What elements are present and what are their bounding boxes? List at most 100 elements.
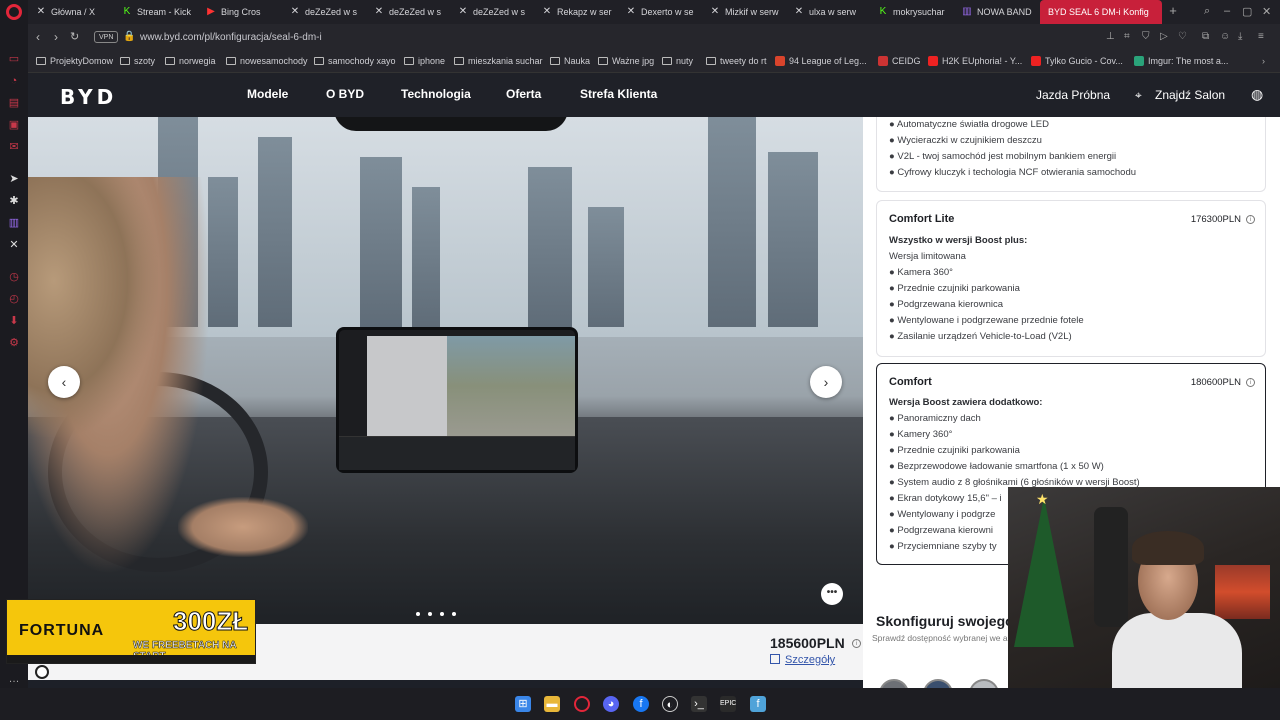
bookmark-folder[interactable]: nuty [662,56,693,66]
bookmark-folder[interactable]: ProjektyDomow [36,56,113,66]
settings-icon[interactable]: ⚙ [7,336,21,350]
account-icon[interactable]: ☺ [1220,31,1230,42]
discord-icon[interactable]: ◕ [603,696,619,712]
extensions-icon[interactable]: ⧉ [1202,31,1209,42]
reload-icon[interactable]: ↻ [70,30,79,43]
nav-technologia[interactable]: Technologia [401,87,471,101]
nav-oferta[interactable]: Oferta [506,87,541,101]
details-link[interactable]: Szczegóły [770,654,835,666]
more-icon[interactable]: … [7,672,21,686]
cookie-settings-icon[interactable] [35,665,49,679]
more-options-button[interactable]: ••• [821,583,843,605]
search-tabs-icon[interactable]: ⌕ [1204,5,1210,18]
tab-3[interactable]: ✕ deZeZed w s [290,0,368,24]
nav-modele[interactable]: Modele [247,87,288,101]
x-icon[interactable]: ✕ [7,238,21,252]
wallet-icon[interactable]: ▭ [7,52,21,66]
heart-icon[interactable]: ♡ [1178,31,1187,42]
arrow-icon[interactable]: ➤ [7,172,21,186]
lock-icon[interactable]: 🔒 [123,31,135,42]
bookmark-link[interactable]: CEIDG [878,56,921,66]
bookmark-folder[interactable]: szoty [120,56,155,66]
opera-logo-icon[interactable] [6,4,22,20]
bookmark-folder[interactable]: Ważne jpg [598,56,654,66]
download-icon[interactable]: ⤓ [1238,31,1242,42]
maximize-icon[interactable]: ▢ [1242,5,1252,18]
tab-6[interactable]: ✕ Rekapz w ser [542,0,620,24]
byd-logo[interactable]: BYD [60,85,117,109]
nav-strefa-klienta[interactable]: Strefa Klienta [580,87,657,101]
globe-icon[interactable]: ◍ [1251,86,1263,103]
tab-5[interactable]: ✕ deZeZed w s [458,0,536,24]
terminal-icon[interactable]: ›_ [691,696,707,712]
bookmark-link[interactable]: 94 League of Leg... [775,56,867,66]
bookmark-link[interactable]: H2K EUphoria! - Y... [928,56,1022,66]
windows-start-icon[interactable]: ⊞ [515,696,531,712]
history-icon[interactable]: ◷ [7,270,21,284]
vpn-badge[interactable]: VPN [94,31,119,43]
bookmark-link[interactable]: Tylko Gucio - Cov... [1031,56,1123,66]
pin-icon[interactable]: ⊥ [1106,31,1115,42]
fortuna-ad[interactable]: FORTUNA 300ZŁ WE FREEBETACH NA START [6,599,256,664]
dot[interactable] [440,612,444,616]
url-field[interactable]: www.byd.com/pl/konfiguracja/seal-6-dm-i [140,32,322,43]
openai-icon[interactable]: ✱ [7,194,21,208]
tab-9[interactable]: ✕ ulxa w serw [794,0,872,24]
snapshot-icon[interactable]: ⌗ [1124,31,1130,42]
new-tab-icon[interactable]: + [1166,4,1180,18]
forward-icon[interactable]: › [54,30,58,44]
menu-icon[interactable]: ≡ [1258,31,1264,42]
info-icon[interactable]: i [1246,215,1255,224]
carousel-next-button[interactable]: › [810,366,842,398]
bookmark-folder[interactable]: samochody xayo [314,56,396,66]
trim-card-comfort-lite[interactable]: Comfort Lite 176300PLN i Wszystko w wers… [876,200,1266,357]
send-icon[interactable]: ▷ [1160,31,1168,42]
twitch-icon[interactable]: ▥ [7,216,21,230]
carousel-dots[interactable] [416,603,464,621]
tab-11[interactable]: ▥ NOWA BAND [962,0,1038,24]
app-icon[interactable]: f [750,696,766,712]
tab-7[interactable]: ✕ Dexerto w se [626,0,706,24]
player-icon[interactable]: ▣ [7,118,21,132]
bookmark-folder[interactable]: tweety do rt [706,56,767,66]
back-icon[interactable]: ‹ [36,30,40,44]
carousel-prev-button[interactable]: ‹ [48,366,80,398]
info-icon[interactable]: i [1246,378,1255,387]
tab-0[interactable]: ✕ Główna / X [36,0,116,24]
info-icon[interactable]: i [852,639,861,648]
bookmark-link[interactable]: Imgur: The most a... [1134,56,1228,66]
minimize-icon[interactable]: – [1224,5,1230,17]
mail-icon[interactable]: ✉ [7,140,21,154]
tab-4[interactable]: ✕ deZeZed w s [374,0,452,24]
tab-10[interactable]: Kmokrysuchar [878,0,958,24]
facebook-icon[interactable]: f [633,696,649,712]
trim-card-prev[interactable]: ● Automatyczne światła drogowe LED ● Wyc… [876,117,1266,192]
bookmark-folder[interactable]: mieszkania suchar [454,56,543,66]
download-icon[interactable]: ⬇ [7,314,21,328]
color-swatch[interactable] [879,679,909,688]
clock-icon[interactable]: ◴ [7,292,21,306]
obs-icon[interactable]: ◐ [662,696,678,712]
opera-icon[interactable] [574,696,590,712]
nav-o-byd[interactable]: O BYD [326,87,364,101]
file-explorer-icon[interactable]: ▬ [544,696,560,712]
bookmarks-overflow-icon[interactable]: › [1262,56,1265,66]
bookmark-folder[interactable]: Nauka [550,56,590,66]
shield-icon[interactable]: ⛉ [1142,31,1150,42]
tab-1[interactable]: K Stream - Kick [122,0,202,24]
epic-games-icon[interactable]: EPIC [720,696,736,712]
close-window-icon[interactable]: ✕ [1262,5,1271,18]
tab-active[interactable]: BYD SEAL 6 DM-i Konfig [1040,0,1162,24]
tab-2[interactable]: ▶ Bing Cros [206,0,286,24]
aria-icon[interactable]: ◔ [7,74,21,88]
find-salon-link[interactable]: Znajdź Salon [1155,88,1225,102]
tab-8[interactable]: ✕ Mizkif w serw [710,0,790,24]
bookmark-folder[interactable]: iphone [404,56,445,66]
bookmark-folder[interactable]: nowesamochody [226,56,308,66]
color-swatch[interactable] [923,679,953,688]
shop-icon[interactable]: ▤ [7,96,21,110]
dot[interactable] [416,612,420,616]
dot[interactable] [452,612,456,616]
location-icon[interactable]: ⌖ [1135,88,1142,103]
dot[interactable] [428,612,432,616]
